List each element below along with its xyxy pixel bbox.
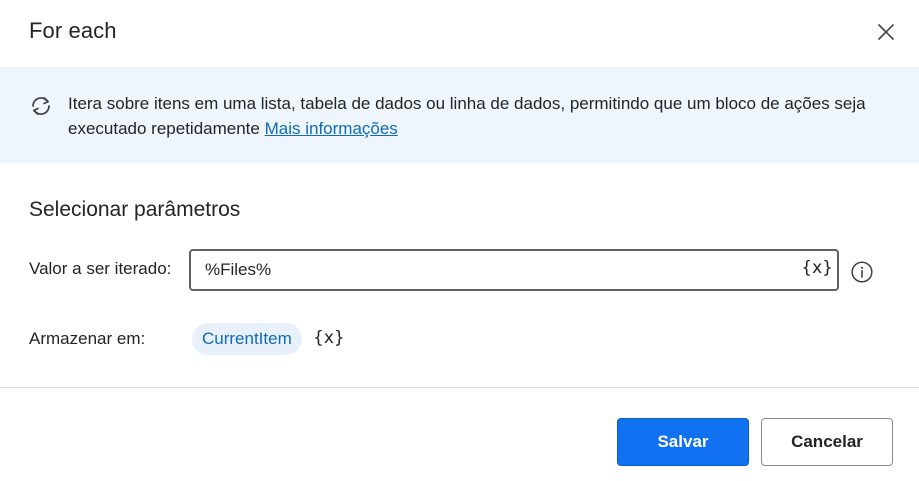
variable-picker-icon[interactable]: {x} — [801, 258, 833, 278]
close-icon — [878, 24, 894, 40]
more-info-link[interactable]: Mais informações — [265, 119, 398, 138]
for-each-dialog: For each Itera sobre itens em uma lista,… — [0, 0, 919, 481]
loop-icon — [32, 97, 50, 115]
iterate-value-text: %Files% — [205, 260, 272, 279]
banner-text: Itera sobre itens em uma lista, tabela d… — [68, 94, 866, 138]
save-button[interactable]: Salvar — [617, 418, 749, 466]
banner-description: Itera sobre itens em uma lista, tabela d… — [68, 91, 898, 141]
info-icon[interactable] — [851, 261, 873, 283]
section-title: Selecionar parâmetros — [29, 198, 241, 221]
iterate-value-input[interactable]: %Files% {x} — [189, 249, 839, 291]
cancel-button[interactable]: Cancelar — [761, 418, 893, 466]
variable-picker-icon[interactable]: {x} — [313, 328, 345, 348]
close-button[interactable] — [872, 18, 900, 46]
current-item-variable-chip[interactable]: CurrentItem — [192, 323, 302, 355]
footer-divider — [0, 387, 919, 388]
store-in-label: Armazenar em: — [29, 329, 146, 348]
iterate-value-label: Valor a ser iterado: — [29, 259, 172, 278]
dialog-title: For each — [29, 18, 117, 43]
